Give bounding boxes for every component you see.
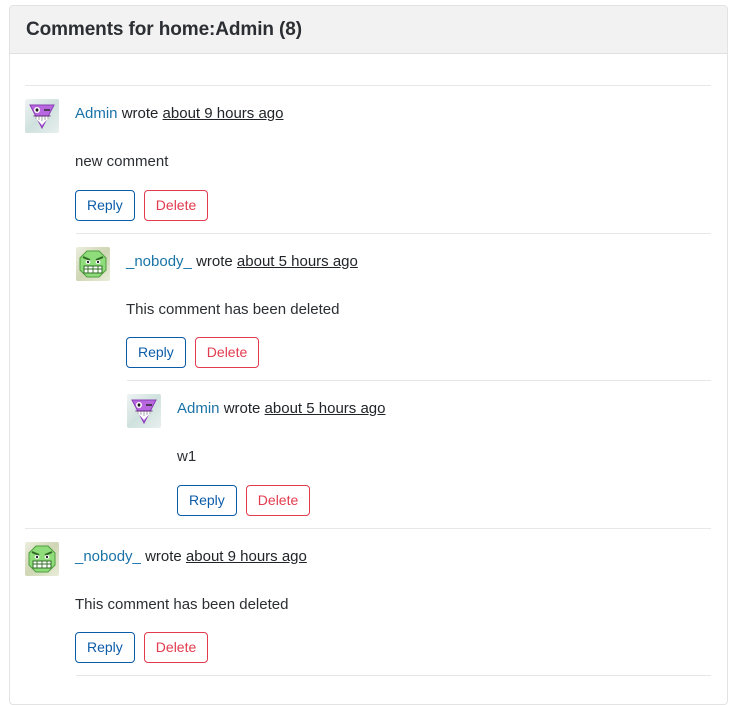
page-title: Comments for home:Admin (8) [26, 18, 302, 40]
comment-item: Admin wrote about 5 hours ago w1 Reply Dele… [127, 380, 711, 528]
avatar-nobody-green-monster [25, 541, 59, 576]
comment-replies: Admin wrote about 5 hours ago w1 Reply Dele… [127, 380, 711, 528]
comment-timestamp-link[interactable]: about 5 hours ago [237, 253, 358, 270]
comment-header: Admin wrote about 9 hours ago [25, 98, 711, 133]
comment-actions: Reply Delete [177, 484, 711, 516]
delete-button[interactable]: Delete [143, 632, 209, 663]
comment-item: _nobody_ wrote about 9 hours ago This com… [25, 527, 711, 676]
comment-body-text: w1 [177, 448, 197, 465]
comment-header: _nobody_ wrote about 5 hours ago [76, 246, 711, 281]
comment-author-link[interactable]: _nobody_ [126, 253, 192, 270]
comment-body-text: This comment has been deleted [126, 300, 340, 318]
avatar-admin-purple-monster [25, 99, 59, 133]
avatar-admin-purple-monster [127, 394, 161, 428]
reply-button[interactable]: Reply [126, 337, 186, 368]
comment-meta: Admin wrote about 5 hours ago [177, 393, 385, 418]
comment-body-text: This comment has been deleted [75, 595, 289, 613]
comment-separator [76, 675, 711, 676]
comment-content: _nobody_ wrote about 9 hours ago This com… [25, 529, 711, 676]
delete-button[interactable]: Delete [194, 337, 260, 368]
comments-card: Comments for home:Admin (8) Admin wrote … [9, 5, 728, 705]
comment-replies: _nobody_ wrote about 5 hours ago This com… [76, 232, 711, 528]
comment-item: Admin wrote about 9 hours ago new comment… [25, 85, 711, 528]
comment-header: Admin wrote about 5 hours ago [127, 393, 711, 428]
comment-actions: Reply Delete [126, 337, 711, 368]
comment-header: _nobody_ wrote about 9 hours ago [25, 541, 711, 576]
wrote-label: wrote [191, 252, 237, 270]
comment-author-link[interactable]: Admin [177, 400, 220, 417]
comment-author-link[interactable]: _nobody_ [75, 548, 141, 565]
comment-replies [76, 675, 711, 676]
comment-timestamp-link[interactable]: about 9 hours ago [163, 105, 284, 122]
avatar-nobody-green-monster [76, 246, 110, 281]
comment-meta: _nobody_ wrote about 5 hours ago [126, 246, 358, 271]
reply-button[interactable]: Reply [177, 484, 237, 516]
comment-item: _nobody_ wrote about 5 hours ago This com… [76, 232, 711, 528]
comments-card-header: Comments for home:Admin (8) [10, 6, 727, 54]
reply-button[interactable]: Reply [75, 632, 135, 663]
comment-content: Admin wrote about 9 hours ago new comment… [25, 86, 711, 233]
delete-button[interactable]: Delete [143, 189, 209, 221]
delete-button[interactable]: Delete [245, 484, 311, 516]
comment-meta: _nobody_ wrote about 9 hours ago [75, 541, 307, 566]
comment-body-text: new comment [75, 153, 169, 170]
comment-item [76, 675, 711, 676]
wrote-label: wrote [219, 400, 265, 417]
comment-author-link[interactable]: Admin [75, 105, 118, 122]
comment-actions: Reply Delete [75, 189, 711, 221]
comment-meta: Admin wrote about 9 hours ago [75, 98, 283, 123]
comment-content: Admin wrote about 5 hours ago w1 Reply Dele… [127, 381, 711, 528]
comments-list: Admin wrote about 9 hours ago new comment… [10, 54, 727, 676]
comment-timestamp-link[interactable]: about 9 hours ago [186, 548, 307, 565]
comment-actions: Reply Delete [75, 632, 711, 663]
wrote-label: wrote [117, 105, 163, 122]
reply-button[interactable]: Reply [75, 189, 135, 221]
comment-timestamp-link[interactable]: about 5 hours ago [265, 400, 386, 417]
wrote-label: wrote [140, 547, 186, 565]
comment-content: _nobody_ wrote about 5 hours ago This com… [76, 234, 711, 381]
